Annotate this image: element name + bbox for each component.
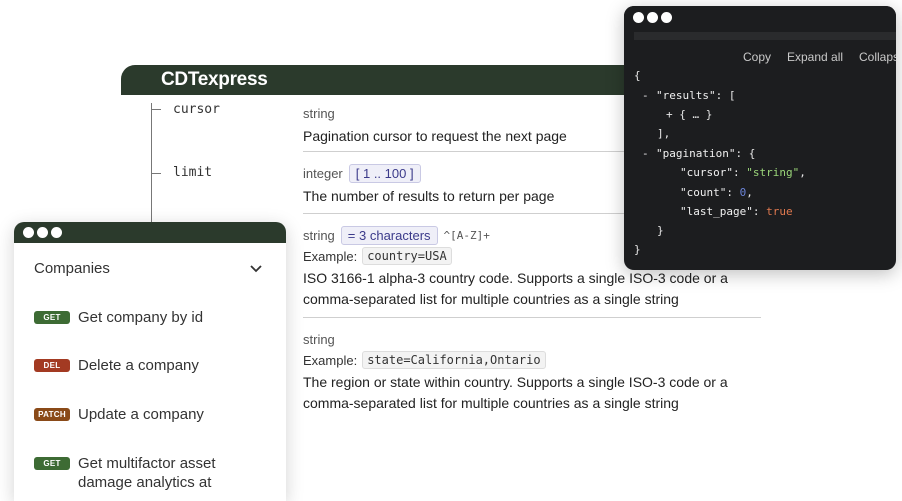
window-titlebar xyxy=(14,222,286,243)
json-line: "cursor": "string", xyxy=(680,166,806,179)
json-brace: } xyxy=(657,224,664,237)
window-dot-icon xyxy=(51,227,62,238)
sidebar-window: Companies GET Get company by id DEL Dele… xyxy=(14,222,286,501)
sidebar-item-delete-company[interactable]: DEL Delete a company xyxy=(34,356,268,375)
expand-toggle[interactable]: + { … } xyxy=(666,108,712,121)
tree-branch xyxy=(151,173,161,174)
json-line: "last_page": true xyxy=(680,205,793,218)
sidebar-item-label: Update a company xyxy=(78,406,204,423)
constraint-badge: [ 1 .. 100 ] xyxy=(348,163,421,183)
window-dot-icon xyxy=(647,12,658,23)
sidebar-item-label: Get company by id xyxy=(78,309,204,326)
window-dot-icon xyxy=(633,12,644,23)
sidebar-item-label: Delete a company xyxy=(78,357,199,374)
json-bracket: ], xyxy=(657,127,671,140)
method-badge-get: GET xyxy=(34,457,70,470)
sidebar-item-get-company[interactable]: GET Get company by id xyxy=(34,308,268,327)
divider xyxy=(303,317,761,318)
param-state: string Example: state=California,Ontario… xyxy=(303,329,761,414)
param-type: string xyxy=(303,331,335,347)
param-type: integer xyxy=(303,165,343,181)
json-line: "count": 0, xyxy=(680,186,753,199)
json-brace: } xyxy=(634,243,641,256)
section-heading-companies[interactable]: Companies xyxy=(34,260,110,277)
param-type: string xyxy=(303,105,335,121)
description-line: comma-separated list for multiple countr… xyxy=(303,395,679,411)
param-description: The region or state within country. Supp… xyxy=(303,372,761,414)
description-line: The region or state within country. Supp… xyxy=(303,374,728,390)
method-badge-get: GET xyxy=(34,311,70,324)
method-badge-patch: PATCH xyxy=(34,408,70,421)
description-line: ISO 3166-1 alpha-3 country code. Support… xyxy=(303,270,728,286)
json-key: "cursor" xyxy=(680,166,733,179)
window-titlebar xyxy=(624,6,896,32)
expand-all-button[interactable]: Expand all xyxy=(787,50,843,64)
description-line: comma-separated list for multiple countr… xyxy=(303,291,679,307)
json-string-value: "string" xyxy=(746,166,800,179)
collapse-toggle[interactable]: - xyxy=(642,89,649,102)
tree-branch xyxy=(151,109,161,110)
param-name-cursor: cursor xyxy=(173,102,220,117)
sidebar-item-label: Get multifactor asset damage analytics a… xyxy=(78,455,216,491)
chevron-down-icon[interactable] xyxy=(246,259,266,279)
tab-strip xyxy=(634,32,896,40)
json-key: "count" xyxy=(680,186,727,199)
example-label: Example: xyxy=(303,248,358,264)
example-value: state=California,Ontario xyxy=(362,351,546,369)
json-boolean-value: true xyxy=(766,205,793,218)
sidebar-item-update-company[interactable]: PATCH Update a company xyxy=(34,405,268,424)
example-value: country=USA xyxy=(362,247,452,265)
window-dot-icon xyxy=(23,227,34,238)
param-type: string xyxy=(303,227,335,243)
json-key: "pagination" xyxy=(656,147,736,160)
method-badge-del: DEL xyxy=(34,359,70,372)
json-punct: : { xyxy=(735,147,756,160)
constraint-badge: = 3 characters xyxy=(340,225,438,245)
json-line: "pagination": { xyxy=(656,147,755,160)
window-dot-icon xyxy=(37,227,48,238)
json-punct: : [ xyxy=(715,89,736,102)
collapse-all-button[interactable]: Collaps xyxy=(859,50,896,64)
response-sample-window: Copy Expand all Collaps { - "results": [… xyxy=(624,6,896,270)
brand-title: CDTexpress xyxy=(161,69,268,90)
window-dot-icon xyxy=(661,12,672,23)
copy-button[interactable]: Copy xyxy=(743,50,771,64)
param-description: ISO 3166-1 alpha-3 country code. Support… xyxy=(303,268,761,310)
collapse-toggle[interactable]: - xyxy=(642,147,649,160)
json-key: "last_page" xyxy=(680,205,753,218)
json-brace: { xyxy=(634,69,641,82)
json-key: "results" xyxy=(656,89,716,102)
param-name-limit: limit xyxy=(173,165,213,180)
example-label: Example: xyxy=(303,352,358,368)
sidebar-item-damage-analytics[interactable]: GET Get multifactor asset damage analyti… xyxy=(34,454,268,492)
pattern-text: ^[A-Z]+ xyxy=(443,228,490,242)
tree-line xyxy=(151,103,152,223)
json-number-value: 0 xyxy=(739,186,747,199)
json-line: "results": [ xyxy=(656,89,735,102)
